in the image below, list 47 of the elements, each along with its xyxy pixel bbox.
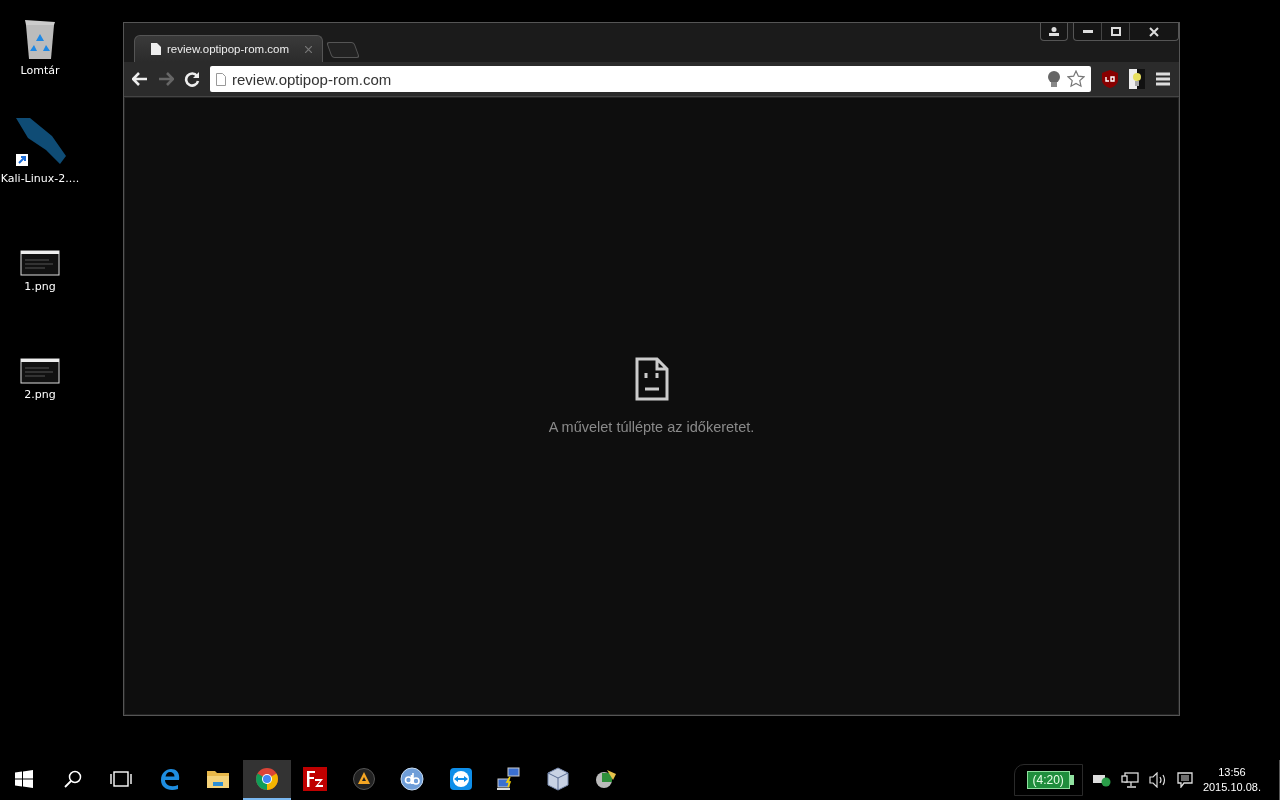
sad-page-icon <box>634 357 669 401</box>
shield-extension-icon[interactable] <box>1101 69 1119 89</box>
lightbulb-extension-icon[interactable] <box>1129 69 1145 89</box>
search-icon <box>63 770 82 788</box>
maximize-icon <box>1110 27 1121 36</box>
task-view-icon <box>110 771 133 787</box>
windows-logo-icon <box>15 770 34 788</box>
desktop-icon-label[interactable]: 1.png <box>24 280 56 293</box>
taskbar-button[interactable] <box>242 760 291 800</box>
lightbulb-icon[interactable] <box>1047 70 1061 88</box>
star-icon[interactable] <box>1067 70 1085 88</box>
dragon-shortcut-icon <box>14 118 66 168</box>
menu-icon[interactable] <box>1155 72 1171 86</box>
forward-icon[interactable] <box>158 72 174 86</box>
qb-logo-icon <box>400 767 425 791</box>
double-arrow-logo-icon <box>449 768 472 790</box>
letter-e-icon <box>158 768 181 790</box>
desktop-icon-label[interactable]: Lomtár <box>20 64 60 77</box>
screenshot-thumbnail-icon <box>20 358 60 384</box>
battery-tip-icon <box>1069 775 1074 785</box>
cube-icon <box>546 767 569 791</box>
fz-logo-icon <box>303 767 328 791</box>
back-icon[interactable] <box>132 72 148 86</box>
error-message: A művelet túllépte az időkeretet. <box>548 419 755 435</box>
page-icon <box>216 72 226 86</box>
folder-icon <box>206 769 231 789</box>
close-tab-icon[interactable] <box>305 45 313 53</box>
person-icon <box>1049 27 1059 36</box>
browser-tab[interactable]: review.optipop-rom.com <box>134 35 324 62</box>
desktop-icon-label[interactable]: Kali-Linux-2.... <box>0 172 80 185</box>
chrome-logo-icon <box>254 767 279 791</box>
address-bar[interactable]: review.optipop-rom.com <box>210 66 1091 92</box>
desktop-icon-label[interactable]: 2.png <box>24 388 56 401</box>
close-icon <box>1149 26 1159 37</box>
network-icon[interactable] <box>1120 772 1139 788</box>
profile-button[interactable] <box>1040 23 1068 41</box>
screenshot-thumbnail-icon <box>20 250 60 276</box>
triangle-logo-icon <box>352 768 375 790</box>
reload-icon[interactable] <box>184 71 200 87</box>
computers-network-icon <box>496 767 523 791</box>
speaker-icon[interactable] <box>1148 772 1167 788</box>
tool-app-icon <box>594 767 619 791</box>
clock[interactable]: 13:56 2015.10.08. <box>1202 765 1261 795</box>
battery-indicator[interactable]: (4:20) <box>1026 771 1070 789</box>
page-icon <box>151 43 161 55</box>
minimize-icon <box>1082 30 1093 33</box>
notification-icon[interactable] <box>1176 772 1193 788</box>
